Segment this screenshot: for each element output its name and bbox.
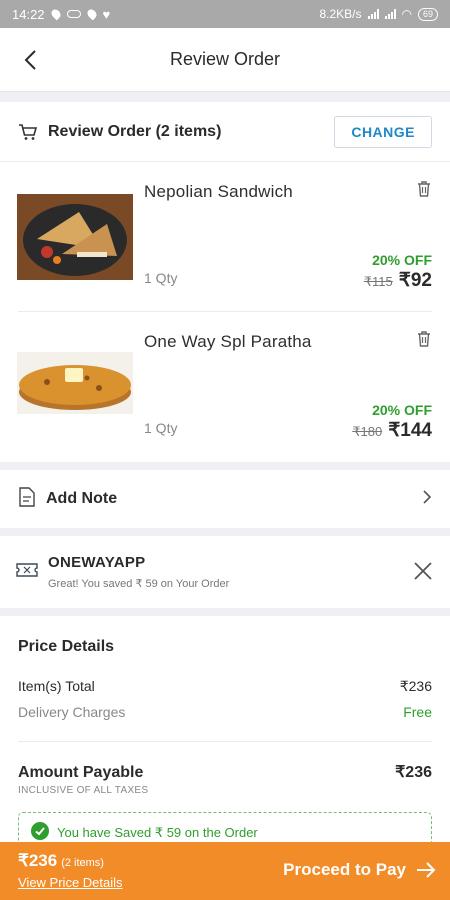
savings-message: You have Saved ₹ 59 on the Order (57, 825, 258, 840)
items-total-row: Item(s) Total ₹236 (18, 678, 432, 695)
review-order-title: Review Order (2 items) (48, 122, 222, 140)
remove-coupon-button[interactable] (412, 560, 434, 587)
items-total-label: Item(s) Total (18, 678, 95, 694)
app-bar: Review Order (0, 28, 450, 92)
cloud-icon (66, 10, 81, 18)
item-price: ₹92 (398, 270, 432, 291)
delivery-label: Delivery Charges (18, 704, 126, 720)
coupon-message: Great! You saved ₹ 59 on Your Order (48, 578, 230, 590)
delivery-value: Free (403, 704, 432, 720)
item-name: Nepolian Sandwich (144, 182, 293, 201)
item-quantity: 1 Qty (144, 270, 178, 286)
chevron-right-icon (422, 489, 432, 510)
trash-icon (418, 181, 430, 197)
status-bar: 14:22 ♥ 8.2KB/s ◠ 69 (0, 0, 450, 28)
divider (0, 608, 450, 616)
change-button[interactable]: CHANGE (334, 115, 432, 148)
trash-icon (418, 331, 430, 347)
amount-payable-value: ₹236 (395, 764, 432, 781)
cart-icon (18, 123, 38, 141)
battery-icon: 69 (417, 7, 438, 21)
divider (0, 462, 450, 470)
close-icon (414, 562, 432, 580)
applied-coupon: ONEWAYAPP Great! You saved ₹ 59 on Your … (0, 536, 450, 608)
location-icon (49, 7, 62, 21)
footer-total-amount: ₹236 (18, 851, 58, 870)
item-mrp: ₹180 (352, 424, 383, 439)
tax-note: INCLUSIVE OF ALL TAXES (18, 785, 149, 796)
back-arrow-icon (24, 50, 36, 70)
price-details-title: Price Details (18, 638, 115, 655)
item-name: One Way Spl Paratha (144, 332, 312, 351)
delete-item-button[interactable] (416, 180, 432, 203)
add-note-row[interactable]: Add Note (0, 470, 450, 528)
item-prices: ₹180 ₹144 (352, 419, 432, 442)
item-discount: 20% OFF (372, 402, 432, 418)
items-total-value: ₹236 (399, 678, 432, 694)
item-prices: ₹115 ₹92 (364, 269, 432, 292)
divider (0, 528, 450, 536)
wifi-icon: ◠ (401, 7, 412, 21)
network-speed: 8.2KB/s (319, 7, 362, 21)
add-note-label: Add Note (46, 490, 118, 507)
review-order-header: Review Order (2 items) CHANGE (0, 102, 450, 162)
arrow-right-icon (417, 862, 436, 878)
signal-icon-2 (384, 9, 396, 19)
back-button[interactable] (16, 46, 44, 74)
review-order-card: Review Order (2 items) CHANGE Nepolian S… (0, 102, 450, 462)
footer-total: ₹236 (2 items) (18, 851, 104, 871)
footer-item-count: (2 items) (61, 857, 104, 869)
item-quantity: 1 Qty (144, 420, 178, 436)
location-icon-2 (85, 7, 98, 21)
coupon-icon (16, 562, 38, 583)
sandwich-image (17, 194, 133, 280)
note-icon (18, 486, 36, 512)
view-price-details-link[interactable]: View Price Details (18, 875, 123, 890)
item-mrp: ₹115 (363, 274, 393, 289)
item-price: ₹144 (388, 420, 432, 441)
status-time: 14:22 (12, 6, 45, 22)
price-details-card: Price Details Item(s) Total ₹236 Deliver… (0, 616, 450, 859)
amount-payable-label: Amount Payable (18, 764, 144, 781)
delivery-row: Delivery Charges Free (18, 704, 432, 720)
checkout-bar: ₹236 (2 items) View Price Details Proceed… (0, 842, 450, 900)
heart-icon: ♥ (102, 6, 111, 22)
proceed-to-pay-button[interactable]: Proceed to Pay (283, 860, 436, 880)
page-title: Review Order (169, 49, 281, 69)
divider (18, 741, 432, 742)
divider (0, 92, 450, 102)
item-discount: 20% OFF (372, 252, 432, 268)
proceed-label: Proceed to Pay (283, 860, 406, 879)
paratha-image (17, 352, 133, 414)
delete-item-button[interactable] (416, 330, 432, 353)
coupon-code: ONEWAYAPP (48, 554, 146, 571)
cart-item: One Way Spl Paratha 1 Qty 20% OFF ₹180 ₹… (17, 312, 432, 462)
cart-item: Nepolian Sandwich 1 Qty 20% OFF ₹115 ₹92 (17, 162, 432, 312)
signal-icon (367, 9, 379, 19)
